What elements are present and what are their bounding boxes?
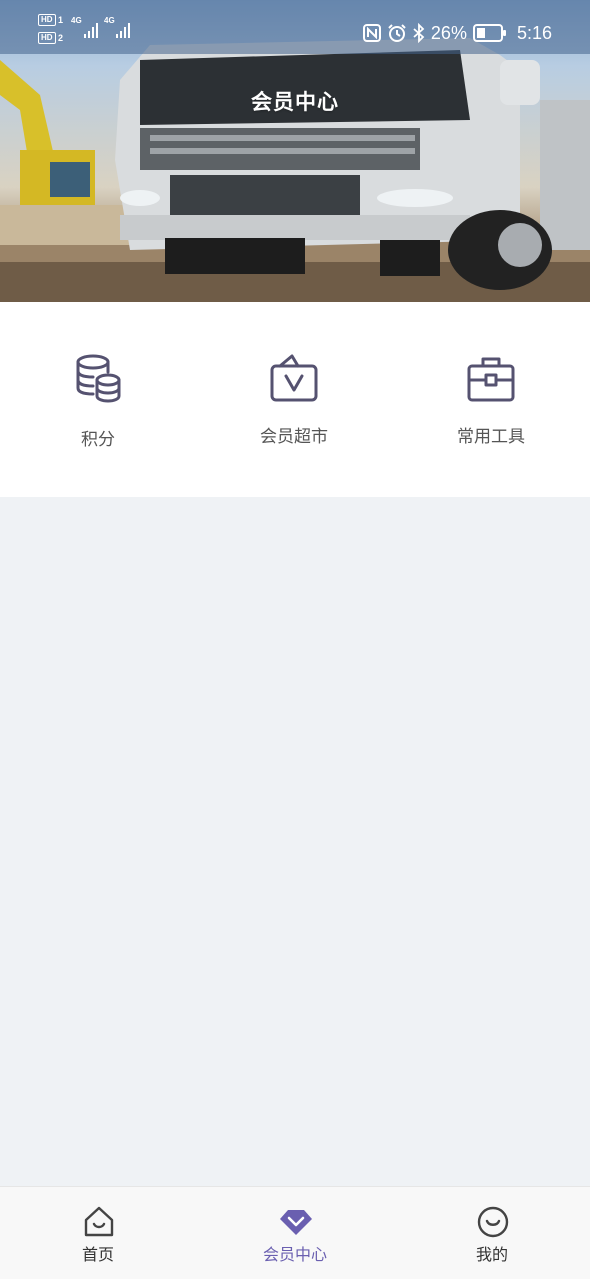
feature-member-store[interactable]: 会员超市 [196, 302, 392, 497]
bluetooth-icon [413, 23, 425, 43]
signal-strength-2-icon [116, 23, 130, 38]
system-indicators: 26% 5:16 [362, 20, 552, 46]
bottom-tab-bar: 首页 会员中心 我的 [0, 1186, 590, 1279]
feature-points[interactable]: 积分 [0, 302, 196, 497]
tab-mine-label: 我的 [475, 1245, 508, 1264]
coins-database-icon [76, 354, 121, 403]
tab-home[interactable]: 首页 [0, 1187, 196, 1279]
nfc-icon [362, 24, 381, 42]
tab-member-center-label: 会员中心 [262, 1245, 327, 1264]
home-icon [84, 1206, 114, 1237]
smile-face-icon [477, 1206, 509, 1238]
sim1-number: 1 [58, 15, 64, 25]
tab-mine[interactable]: 我的 [394, 1187, 590, 1279]
content-area [0, 497, 590, 1186]
status-bar: HD 1 HD 2 4G 4G 26% 5:16 [0, 0, 590, 54]
tab-home-label: 首页 [81, 1245, 114, 1264]
battery-icon [472, 24, 506, 42]
shopping-bag-icon [270, 354, 318, 402]
feature-points-label: 积分 [81, 430, 115, 450]
toolbox-icon [467, 357, 515, 402]
header-banner: HD 1 HD 2 4G 4G 26% 5:16 会员中心 [0, 0, 590, 302]
alarm-clock-icon [388, 24, 406, 42]
sim2-network-label: 4G [104, 16, 115, 25]
feature-common-tools[interactable]: 常用工具 [393, 302, 589, 497]
sim2-hd-badge: HD [38, 32, 56, 44]
sim2-number: 2 [58, 33, 64, 43]
battery-percent: 26% [430, 22, 467, 43]
feature-common-tools-label: 常用工具 [457, 427, 525, 447]
signal-strength-1-icon [84, 23, 98, 38]
sim1-network-label: 4G [71, 16, 82, 25]
page-title: 会员中心 [251, 90, 339, 114]
diamond-icon [280, 1210, 312, 1235]
tab-member-center[interactable]: 会员中心 [197, 1187, 393, 1279]
feature-member-store-label: 会员超市 [260, 427, 328, 447]
feature-grid: 积分 会员超市 常用工具 [0, 302, 590, 497]
clock: 5:16 [516, 22, 552, 43]
sim1-hd-badge: HD [38, 14, 56, 26]
